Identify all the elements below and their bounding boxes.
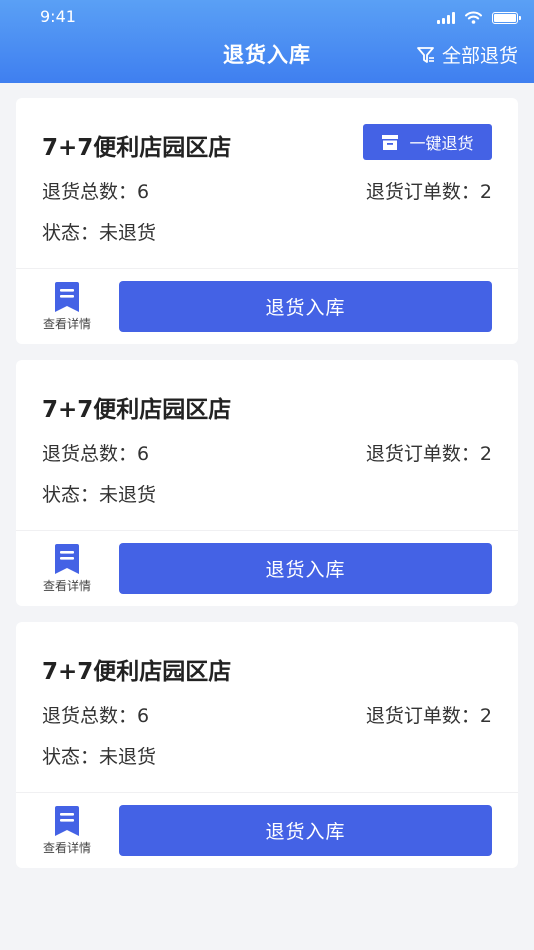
store-card: 7+7便利店园区店 退货总数：6 退货订单数：2 状态：未退货 查看详情 退货入… — [16, 360, 518, 606]
return-status: 状态：未退货 — [42, 484, 157, 506]
app-header: 9:41 退货入库 全部退货 — [0, 0, 534, 83]
return-total: 退货总数：6 — [42, 705, 150, 727]
store-card: 7+7便利店园区店 退货总数：6 退货订单数：2 状态：未退货 查看详情 退货入… — [16, 622, 518, 868]
wifi-icon — [465, 11, 482, 24]
return-status: 状态：未退货 — [42, 746, 157, 768]
status-icons — [437, 10, 521, 24]
return-order-count: 退货订单数：2 — [365, 443, 492, 465]
stock-in-button[interactable]: 退货入库 — [119, 543, 492, 594]
count-row: 退货总数：6 退货订单数：2 — [42, 177, 492, 204]
return-total: 退货总数：6 — [42, 181, 150, 203]
return-total: 退货总数：6 — [42, 443, 150, 465]
view-detail-label: 查看详情 — [42, 579, 91, 593]
view-detail-button[interactable]: 查看详情 — [34, 543, 100, 594]
store-name: 7+7便利店园区店 — [42, 135, 232, 161]
divider — [16, 268, 518, 269]
store-name: 7+7便利店园区店 — [42, 659, 232, 685]
count-row: 退货总数：6 退货订单数：2 — [42, 439, 492, 466]
view-detail-button[interactable]: 查看详情 — [34, 805, 100, 856]
store-card: 7+7便利店园区店 一键退货 退货总数：6 退货订单数：2 状态：未退货 查看详… — [16, 98, 518, 344]
return-all-button[interactable]: 全部退货 — [416, 41, 518, 68]
filter-icon — [417, 46, 434, 63]
return-status: 状态：未退货 — [42, 222, 157, 244]
return-order-count: 退货订单数：2 — [365, 705, 492, 727]
status-row: 状态：未退货 — [42, 218, 492, 245]
status-time: 9:41 — [40, 7, 76, 26]
divider — [16, 792, 518, 793]
divider — [16, 530, 518, 531]
status-bar: 9:41 — [0, 0, 534, 34]
battery-icon — [492, 12, 521, 24]
store-name: 7+7便利店园区店 — [42, 397, 232, 423]
return-order-count: 退货订单数：2 — [365, 181, 492, 203]
view-detail-label: 查看详情 — [42, 841, 91, 855]
bookmark-list-icon — [55, 544, 79, 574]
status-row: 状态：未退货 — [42, 742, 492, 769]
stock-in-button[interactable]: 退货入库 — [119, 281, 492, 332]
view-detail-label: 查看详情 — [42, 317, 91, 331]
status-row: 状态：未退货 — [42, 480, 492, 507]
bookmark-list-icon — [55, 806, 79, 836]
archive-icon — [382, 134, 399, 150]
stock-in-button[interactable]: 退货入库 — [119, 805, 492, 856]
quick-return-label: 一键退货 — [409, 134, 474, 153]
signal-icon — [437, 12, 455, 24]
quick-return-button[interactable]: 一键退货 — [363, 124, 492, 160]
bookmark-list-icon — [55, 282, 79, 312]
count-row: 退货总数：6 退货订单数：2 — [42, 701, 492, 728]
return-all-label: 全部退货 — [441, 45, 518, 67]
view-detail-button[interactable]: 查看详情 — [34, 281, 100, 332]
